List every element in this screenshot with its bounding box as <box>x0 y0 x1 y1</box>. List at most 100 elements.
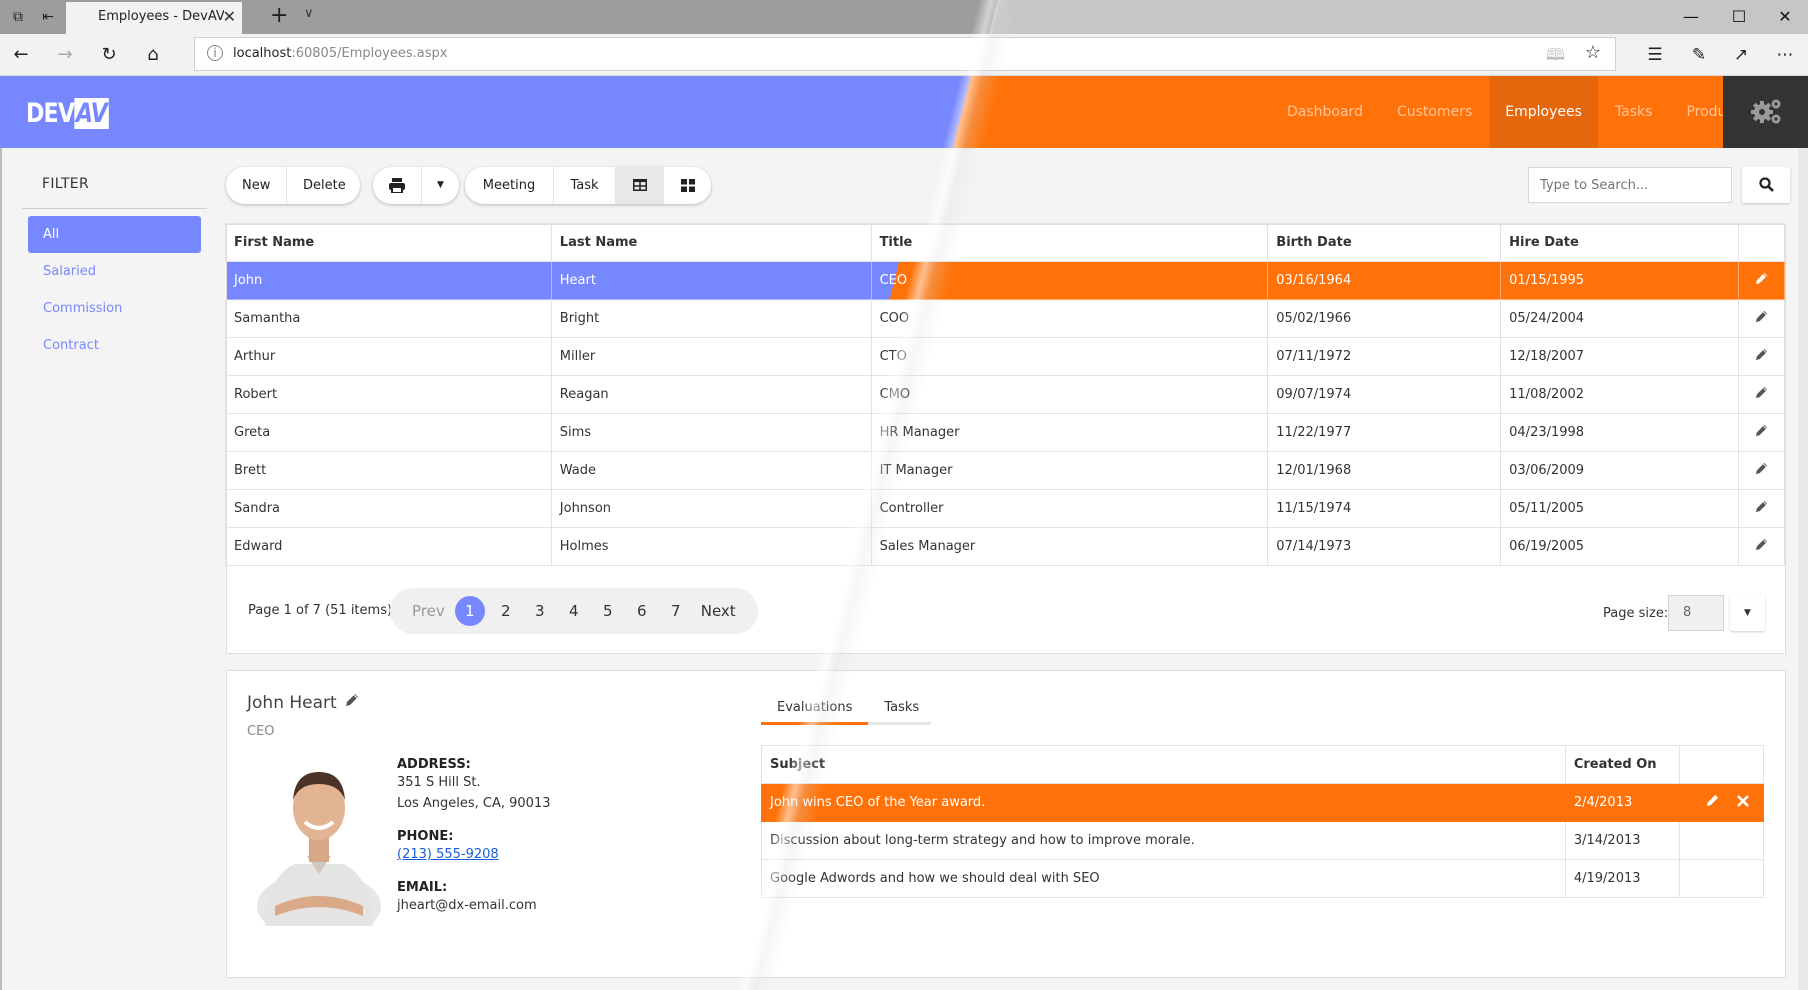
print-button[interactable] <box>373 167 421 204</box>
cell-first[interactable]: John <box>225 261 552 300</box>
share-icon[interactable]: ↗ <box>1726 41 1756 69</box>
page-size-dropdown-button[interactable]: ▼ <box>1730 595 1765 631</box>
maximize-icon[interactable]: ☐ <box>1716 3 1762 31</box>
row-edit-button[interactable] <box>1738 261 1785 300</box>
pager-next-button[interactable]: Next <box>701 602 736 620</box>
home-icon[interactable]: ⌂ <box>138 41 168 69</box>
favorites-list-icon[interactable]: ☰ <box>1640 41 1670 69</box>
table-row[interactable]: Samantha Bright COO 05/02/1966 05/24/2004 <box>225 299 1785 338</box>
tab-tasks[interactable]: Tasks <box>868 695 935 725</box>
cell-birth[interactable]: 05/02/1966 <box>1267 299 1502 338</box>
cell-title[interactable]: CEO <box>870 261 1269 300</box>
task-button[interactable]: Task <box>553 167 615 204</box>
minimize-icon[interactable]: — <box>1668 3 1714 31</box>
cell-birth[interactable]: 12/01/1968 <box>1267 451 1502 490</box>
new-button[interactable]: New <box>226 167 286 204</box>
cell-birth[interactable]: 09/07/1974 <box>1267 375 1502 414</box>
cell-last[interactable]: Miller <box>550 337 872 376</box>
nav-tasks[interactable]: Tasks <box>1598 76 1670 148</box>
table-row[interactable]: Sandra Johnson Controller 11/15/1974 05/11/2… <box>225 489 1785 528</box>
cell-title[interactable]: COO <box>870 299 1269 338</box>
pager-page-5[interactable]: 5 <box>599 602 617 620</box>
cell-last[interactable]: Johnson <box>550 489 872 528</box>
favorite-star-icon[interactable]: ☆ <box>1585 42 1601 63</box>
phone-link[interactable]: (213) 555-9208 <box>397 847 499 862</box>
filter-item-all[interactable]: All <box>28 216 201 253</box>
cell-last[interactable]: Wade <box>550 451 872 490</box>
cell-last[interactable]: Reagan <box>550 375 872 414</box>
pager-page-2[interactable]: 2 <box>497 602 515 620</box>
cell-birth[interactable]: 11/22/1977 <box>1267 413 1502 452</box>
cell-first[interactable]: Samantha <box>225 299 552 338</box>
meeting-button[interactable]: Meeting <box>465 167 553 204</box>
card-view-button[interactable] <box>663 167 711 204</box>
url-field[interactable]: i localhost:60805/Employees.aspx 🕮 ☆ <box>194 37 1616 71</box>
row-edit-button[interactable] <box>1738 489 1785 528</box>
nav-employees[interactable]: Employees <box>1489 76 1598 148</box>
table-row[interactable]: Brett Wade IT Manager 12/01/1968 03/06/2009 <box>225 451 1785 490</box>
cell-first[interactable]: Sandra <box>225 489 552 528</box>
close-window-icon[interactable]: ✕ <box>1762 3 1808 31</box>
settings-button[interactable] <box>1723 76 1808 148</box>
pager-page-7[interactable]: 7 <box>667 602 685 620</box>
cell-last[interactable]: Heart <box>550 261 872 300</box>
cell-title[interactable]: IT Manager <box>870 451 1269 490</box>
cell-title[interactable]: HR Manager <box>870 413 1269 452</box>
reading-view-icon[interactable]: 🕮 <box>1546 44 1565 71</box>
row-edit-button[interactable] <box>1738 527 1785 566</box>
pager-page-6[interactable]: 6 <box>633 602 651 620</box>
column-header-hire-date[interactable]: Hire Date <box>1500 223 1739 262</box>
filter-item-contract[interactable]: Contract <box>28 327 201 364</box>
cell-hire[interactable]: 06/19/2005 <box>1500 527 1739 566</box>
evaluation-row[interactable]: Google Adwords and how we should deal wi… <box>761 859 1765 898</box>
row-edit-button[interactable] <box>1738 451 1785 490</box>
row-edit-button[interactable] <box>1738 375 1785 414</box>
cell-last[interactable]: Holmes <box>550 527 872 566</box>
cell-hire[interactable]: 04/23/1998 <box>1500 413 1739 452</box>
tab-manager-icon[interactable]: ⧉ <box>6 6 30 28</box>
tab-preview-chevron-icon[interactable]: ∨ <box>304 6 314 21</box>
print-options-dropdown[interactable]: ▼ <box>421 167 459 204</box>
cell-hire[interactable]: 01/15/1995 <box>1500 261 1739 300</box>
cell-first[interactable]: Edward <box>225 527 552 566</box>
site-info-icon[interactable]: i <box>207 45 223 61</box>
cell-subject[interactable]: Google Adwords and how we should deal wi… <box>761 859 1566 898</box>
cell-title[interactable]: Sales Manager <box>870 527 1269 566</box>
new-tab-icon[interactable]: + <box>270 3 288 28</box>
column-header-last-name[interactable]: Last Name <box>550 223 872 262</box>
cell-first[interactable]: Arthur <box>225 337 552 376</box>
table-row[interactable]: Arthur Miller CTO 07/11/1972 12/18/2007 <box>225 337 1785 376</box>
row-edit-button[interactable] <box>1738 337 1785 376</box>
nav-customers[interactable]: Customers <box>1380 76 1489 148</box>
pager-page-1[interactable]: 1 <box>454 596 485 626</box>
page-size-field[interactable]: 8 <box>1668 595 1724 631</box>
column-header-title[interactable]: Title <box>870 223 1269 262</box>
cell-hire[interactable]: 05/11/2005 <box>1500 489 1739 528</box>
set-aside-tabs-icon[interactable]: ⇤ <box>36 6 60 28</box>
browser-tab-active[interactable]: Employees - DevAV Boc ✕ <box>66 2 242 34</box>
search-input[interactable] <box>1528 167 1732 203</box>
cell-title[interactable]: Controller <box>870 489 1269 528</box>
cell-birth[interactable]: 11/15/1974 <box>1267 489 1502 528</box>
nav-dashboard[interactable]: Dashboard <box>1270 76 1380 148</box>
table-row[interactable]: Edward Holmes Sales Manager 07/14/1973 06/19… <box>225 527 1785 566</box>
filter-item-commission[interactable]: Commission <box>28 290 201 327</box>
table-row[interactable]: Greta Sims HR Manager 11/22/1977 04/23/1998 <box>225 413 1785 452</box>
row-edit-button[interactable] <box>1738 299 1785 338</box>
close-tab-icon[interactable]: ✕ <box>223 7 236 26</box>
cell-last[interactable]: Bright <box>550 299 872 338</box>
refresh-icon[interactable]: ↻ <box>94 41 124 69</box>
cell-created-on[interactable]: 4/19/2013 <box>1564 859 1680 898</box>
cell-birth[interactable]: 03/16/1964 <box>1267 261 1502 300</box>
cell-last[interactable]: Sims <box>550 413 872 452</box>
pager-page-4[interactable]: 4 <box>565 602 583 620</box>
cell-hire[interactable]: 11/08/2002 <box>1500 375 1739 414</box>
grid-view-button[interactable] <box>615 167 663 204</box>
devav-logo[interactable]: DEVAV <box>26 98 109 129</box>
column-header-created-on[interactable]: Created On <box>1564 745 1680 784</box>
evaluation-row[interactable]: John wins CEO of the Year award. 2/4/2013 <box>761 783 1765 822</box>
pager-prev-button[interactable]: Prev <box>412 602 445 620</box>
tab-evaluations[interactable]: Evaluations <box>761 695 869 725</box>
cell-first[interactable]: Greta <box>225 413 552 452</box>
forward-icon[interactable]: → <box>50 41 80 69</box>
